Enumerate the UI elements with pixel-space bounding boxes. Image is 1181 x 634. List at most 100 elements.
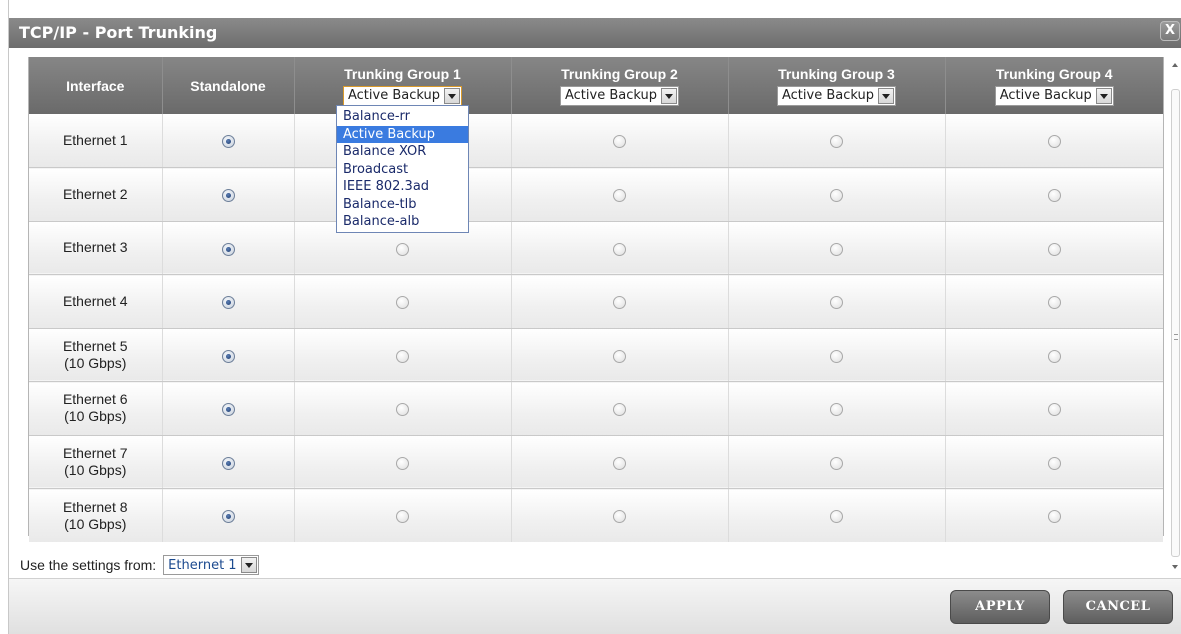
header-trunking-group-4: Trunking Group 4 Active Backup [945,57,1163,114]
standalone-cell [162,221,295,275]
trunking-group-3-radio[interactable] [830,189,843,203]
standalone-cell [162,274,295,329]
interface-label: Ethernet 8 (10 Gbps) [29,499,162,533]
trunking-group-3-radio[interactable] [830,242,843,256]
standalone-radio[interactable] [221,189,235,203]
chevron-down-icon[interactable] [444,87,460,104]
trunking-group-4-radio[interactable] [1047,135,1061,149]
scroll-track[interactable] [1171,89,1180,557]
standalone-radio[interactable] [221,242,235,256]
trunking-group-4-radio[interactable] [1047,296,1061,310]
dropdown-option[interactable]: Balance-rr [337,108,468,126]
standalone-radio[interactable] [221,403,235,417]
trunking-group-3-cell [728,381,946,436]
standalone-cell [162,381,295,436]
trunking-group-3-cell [728,435,946,489]
standalone-radio[interactable] [221,135,235,149]
trunking-group-1-cell [294,435,512,489]
trunking-group-2-cell [511,435,729,489]
standalone-radio[interactable] [221,296,235,310]
apply-button[interactable]: APPLY [950,590,1050,624]
interface-label: Ethernet 5 (10 Gbps) [29,338,162,372]
trunking-group-1-radio[interactable] [396,510,409,524]
group-3-mode-select[interactable]: Active Backup [777,85,896,106]
interface-label: Ethernet 4 [29,293,162,310]
scroll-down-icon[interactable] [1172,565,1178,569]
trunking-group-3-radio[interactable] [830,135,843,149]
trunking-group-3-radio[interactable] [830,403,843,417]
dropdown-option[interactable]: IEEE 802.3ad [337,178,468,196]
group-2-mode-select[interactable]: Active Backup [560,85,679,106]
interface-speed: (10 Gbps) [64,515,127,532]
trunking-group-4-radio[interactable] [1047,510,1061,524]
port-trunking-dialog: TCP/IP - Port Trunking X Interface Stand… [8,0,1181,634]
scroll-up-icon[interactable] [1172,63,1178,67]
table-row: Ethernet 7 (10 Gbps) [29,435,1163,489]
group-title: Trunking Group 1 [344,65,461,82]
trunking-group-3-radio[interactable] [830,349,843,363]
table-row: Ethernet 8 (10 Gbps) [29,488,1163,542]
standalone-cell [162,488,295,542]
group-title: Trunking Group 4 [995,65,1113,82]
trunking-group-1-radio[interactable] [396,296,409,310]
trunking-group-1-radio[interactable] [396,403,409,417]
trunking-group-3-cell [728,488,946,542]
trunking-group-1-cell [294,488,512,542]
chevron-down-icon[interactable] [240,557,257,573]
cancel-button[interactable]: CANCEL [1063,590,1173,624]
trunking-group-2-cell [511,274,729,329]
vertical-scrollbar[interactable] [1169,57,1181,577]
interface-speed: (10 Gbps) [64,354,127,371]
trunking-group-4-radio[interactable] [1047,456,1061,470]
trunking-table: Interface Standalone Trunking Group 1 Ac… [29,57,1163,542]
chevron-down-icon[interactable] [1095,87,1112,104]
interface-cell: Ethernet 6 (10 Gbps) [29,381,163,436]
trunking-group-1-radio[interactable] [396,456,409,470]
dropdown-option[interactable]: Balance-alb [337,213,468,231]
trunking-group-2-radio[interactable] [613,349,626,363]
group-1-mode-select[interactable]: Active Backup [343,85,462,106]
trunking-group-4-radio[interactable] [1047,403,1061,417]
scroll-grip-icon[interactable] [1174,334,1178,340]
trunking-group-4-radio[interactable] [1047,189,1061,203]
dropdown-option[interactable]: Balance XOR [337,143,468,161]
settings-from-select[interactable]: Ethernet 1 [163,555,259,575]
header-trunking-group-2: Trunking Group 2 Active Backup [511,57,729,114]
trunking-group-4-cell [945,274,1163,329]
trunking-group-3-cell [728,274,946,329]
group-title: Trunking Group 2 [561,65,678,82]
trunking-group-2-radio[interactable] [613,403,626,417]
trunking-group-2-radio[interactable] [613,510,626,524]
interface-name: Ethernet 2 [62,185,128,202]
close-button[interactable]: X [1160,21,1180,41]
trunking-group-2-radio[interactable] [613,456,626,470]
standalone-cell [162,114,295,168]
trunking-group-1-radio[interactable] [396,349,409,363]
trunking-group-4-radio[interactable] [1047,349,1061,363]
interface-speed: (10 Gbps) [64,408,127,425]
trunking-group-3-radio[interactable] [830,510,843,524]
header-interface: Interface [29,57,163,114]
trunking-group-2-radio[interactable] [613,189,626,203]
group-4-mode-select[interactable]: Active Backup [994,85,1114,106]
interface-name: Ethernet 7 [62,444,128,461]
trunking-group-2-radio[interactable] [613,296,626,310]
trunking-group-4-radio[interactable] [1047,242,1061,256]
chevron-down-icon[interactable] [661,87,677,104]
table-row: Ethernet 2 [29,167,1163,222]
dropdown-option[interactable]: Broadcast [337,161,468,179]
standalone-radio[interactable] [221,510,235,524]
dropdown-option[interactable]: Active Backup [337,125,468,143]
trunking-group-2-radio[interactable] [613,135,626,149]
trunking-group-2-radio[interactable] [613,242,626,256]
dropdown-option[interactable]: Balance-tlb [337,196,468,214]
interface-name: Ethernet 8 [62,498,128,515]
trunking-group-3-cell [728,328,946,382]
standalone-radio[interactable] [221,349,235,363]
standalone-radio[interactable] [221,456,235,470]
chevron-down-icon[interactable] [878,87,894,104]
trunking-group-3-radio[interactable] [830,456,843,470]
interface-label: Ethernet 1 [29,132,162,149]
trunking-group-1-radio[interactable] [396,242,409,256]
trunking-group-3-radio[interactable] [830,296,843,310]
